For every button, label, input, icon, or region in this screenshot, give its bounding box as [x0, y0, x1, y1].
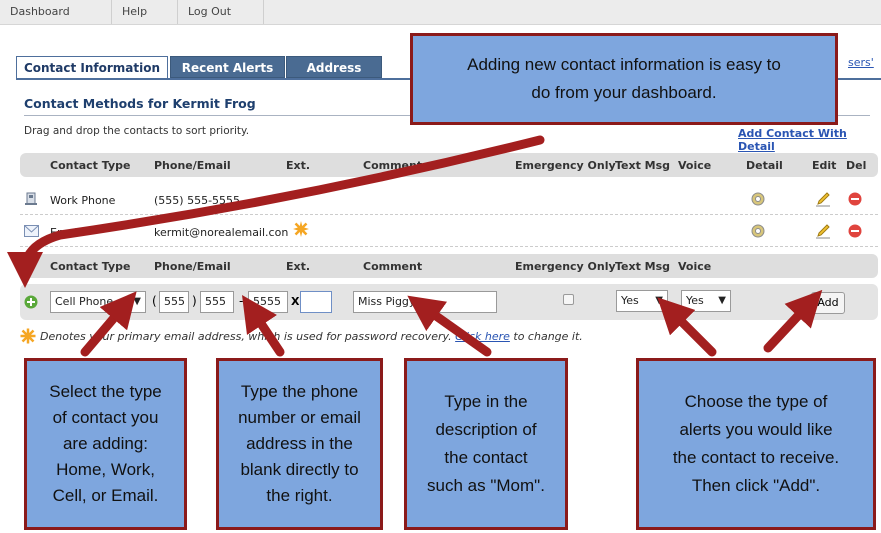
delete-icon[interactable]: [848, 192, 862, 206]
header-comment: Comment: [363, 260, 423, 273]
header-del: Del: [846, 159, 867, 172]
primary-email-note: Denotes your primary email address, whic…: [40, 330, 583, 343]
change-email-link[interactable]: Click here: [455, 330, 510, 343]
phone-dash: -: [239, 294, 244, 308]
callout-line: the contact to receive.: [672, 448, 840, 467]
header-contact-type: Contact Type: [50, 260, 131, 273]
comment-callout: Type in the description of the contact s…: [404, 358, 568, 530]
callout-line: blank directly to: [240, 460, 359, 479]
area-paren-close: ): [192, 294, 197, 308]
delete-icon[interactable]: [848, 224, 862, 238]
callout-line: do from your dashboard.: [531, 83, 717, 102]
intro-callout: Adding new contact information is easy t…: [410, 33, 838, 125]
header-contact-type: Contact Type: [50, 159, 131, 172]
emergency-only-checkbox[interactable]: [563, 294, 574, 305]
gear-icon[interactable]: [750, 191, 766, 207]
tab-address[interactable]: Address: [286, 56, 382, 78]
header-voice: Voice: [678, 159, 712, 172]
callout-line: number or email: [238, 408, 361, 427]
callout-line: of contact you: [52, 408, 159, 427]
callout-line: Adding new contact information is easy t…: [467, 55, 781, 74]
note-text-after: to change it.: [513, 330, 583, 343]
callout-line: the right.: [266, 486, 333, 505]
callout-line: Cell, or Email.: [52, 486, 159, 505]
chevron-down-icon: ▼: [133, 296, 141, 307]
table-header: Contact Type Phone/Email Ext. Comment Em…: [20, 153, 878, 177]
phone-icon: [25, 192, 37, 205]
ext-label: X: [291, 295, 300, 308]
pencil-icon[interactable]: [815, 191, 831, 207]
chevron-down-icon: ▼: [655, 295, 663, 306]
add-contact-with-detail-link[interactable]: Add Contact With Detail: [738, 127, 881, 153]
tab-contact-information[interactable]: Contact Information: [16, 56, 168, 79]
sort-hint: Drag and drop the contacts to sort prior…: [24, 125, 250, 137]
callout-line: address in the: [246, 434, 353, 453]
chevron-down-icon: ▼: [718, 295, 726, 306]
callout-line: alerts you would like: [679, 420, 833, 439]
header-text-msg: Text Msg: [615, 260, 671, 273]
header-emergency-only: Emergency Only: [515, 159, 616, 172]
header-voice: Voice: [678, 260, 712, 273]
star-icon: [20, 328, 36, 344]
callout-line: Select the type: [49, 382, 162, 401]
contact-type-cell: Email: [50, 226, 81, 239]
header-text-msg: Text Msg: [615, 159, 671, 172]
callout-line: Type the phone: [240, 382, 359, 401]
header-detail: Detail: [746, 159, 783, 172]
section-title: Contact Methods for Kermit Frog: [24, 96, 256, 111]
contact-type-value: Cell Phone: [55, 295, 114, 308]
header-emergency-only: Emergency Only: [515, 260, 616, 273]
voice-select[interactable]: Yes ▼: [681, 290, 731, 312]
gear-icon[interactable]: [750, 223, 766, 239]
phone-callout: Type the phone number or email address i…: [216, 358, 383, 530]
pencil-icon[interactable]: [815, 223, 831, 239]
line-number-input[interactable]: 5555: [248, 291, 288, 313]
star-icon: [293, 221, 309, 237]
callout-line: are adding:: [62, 434, 149, 453]
callout-line: Then click "Add".: [691, 476, 821, 495]
add-icon[interactable]: [24, 295, 38, 309]
add-button[interactable]: Add: [811, 292, 845, 314]
prefix-input[interactable]: 555: [200, 291, 234, 313]
header-ext: Ext.: [286, 159, 311, 172]
callout-line: description of: [435, 420, 537, 439]
header-ext: Ext.: [286, 260, 311, 273]
header-comment: Comment: [363, 159, 423, 172]
nav-help[interactable]: Help: [112, 0, 178, 24]
alerts-callout: Choose the type of alerts you would like…: [636, 358, 876, 530]
contact-value-cell: kermit@norealemail.con: [154, 226, 289, 239]
nav-log-out[interactable]: Log Out: [178, 0, 264, 24]
text-msg-select[interactable]: Yes ▼: [616, 290, 668, 312]
header-edit: Edit: [812, 159, 837, 172]
contact-type-select[interactable]: Cell Phone ▼: [50, 291, 146, 313]
email-icon: [24, 225, 39, 237]
voice-value: Yes: [686, 294, 704, 307]
area-paren-open: (: [152, 294, 157, 308]
ext-input[interactable]: [300, 291, 332, 313]
note-text: Denotes your primary email address, whic…: [40, 330, 452, 343]
callout-line: Type in the: [444, 392, 528, 411]
add-contact-row: Cell Phone ▼ ( 555 ) 555 - 5555 X Miss P…: [20, 284, 878, 320]
callout-line: such as "Mom".: [427, 476, 545, 495]
users-link[interactable]: sers': [848, 56, 874, 69]
header-phone-email: Phone/Email: [154, 159, 231, 172]
tab-recent-alerts[interactable]: Recent Alerts: [170, 56, 285, 78]
callout-line: Home, Work,: [56, 460, 155, 479]
callout-line: the contact: [444, 448, 528, 467]
area-code-input[interactable]: 555: [159, 291, 189, 313]
callout-line: Choose the type of: [684, 392, 828, 411]
table-row[interactable]: Work Phone (555) 555-5555: [20, 186, 878, 215]
table-row[interactable]: Email kermit@norealemail.con: [20, 218, 878, 247]
contact-type-cell: Work Phone: [50, 194, 116, 207]
nav-dashboard[interactable]: Dashboard: [0, 0, 112, 24]
contact-value-cell: (555) 555-5555: [154, 194, 241, 207]
top-nav: Dashboard Help Log Out: [0, 0, 881, 25]
comment-input[interactable]: Miss Piggy: [353, 291, 497, 313]
text-msg-value: Yes: [621, 294, 639, 307]
add-contact-header: Contact Type Phone/Email Ext. Comment Em…: [20, 254, 878, 278]
header-phone-email: Phone/Email: [154, 260, 231, 273]
select-type-callout: Select the type of contact you are addin…: [24, 358, 187, 530]
